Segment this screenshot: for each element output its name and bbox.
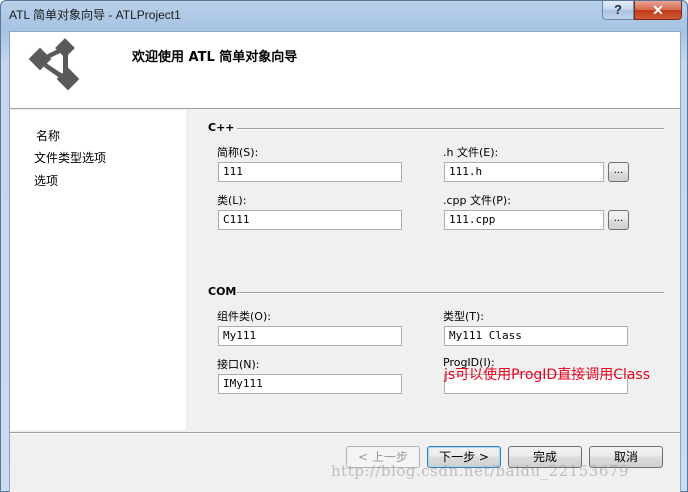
wizard-window: ATL 简单对象向导 - ATLProject1 ? ✕ 欢迎使用 ATL 简单… [0,0,688,492]
sidebar-item-name[interactable]: 名称 [10,126,180,146]
dialog-client: 欢迎使用 ATL 简单对象向导 名称 文件类型选项 选项 C++ 简称(S): … [9,31,681,492]
sidebar-item-file-type-options[interactable]: 文件类型选项 [10,148,180,168]
class-input[interactable]: C111 [218,210,402,230]
title-bar[interactable]: ATL 简单对象向导 - ATLProject1 ? ✕ [1,1,687,27]
cpp-file-browse-button[interactable]: ... [608,210,629,230]
type-label: 类型(T): [443,310,485,323]
type-input[interactable]: My111 Class [444,326,628,346]
watermark-text: http://blog.csdn.net/baidu_22153679 [331,462,629,480]
atl-wizard-logo-icon [28,38,80,91]
coclass-input[interactable]: My111 [218,326,402,346]
wizard-header: 欢迎使用 ATL 简单对象向导 [10,32,680,109]
annotation-note: js可以使用ProgID直接调用Class [444,367,651,383]
close-button[interactable]: ✕ [634,1,682,20]
cpp-group-divider [237,128,664,130]
h-file-browse-button[interactable]: ... [608,162,629,182]
cpp-group-title: C++ [208,121,235,134]
sidebar-item-options[interactable]: 选项 [10,171,180,191]
com-group-title: COM [208,285,237,298]
cpp-file-input[interactable]: 111.cpp [444,210,604,230]
coclass-label: 组件类(O): [217,310,271,323]
wizard-sidebar: 名称 文件类型选项 选项 [10,110,186,430]
wizard-heading: 欢迎使用 ATL 简单对象向导 [132,50,298,65]
interface-label: 接口(N): [217,358,260,371]
short-name-input[interactable]: 111 [218,162,402,182]
class-label: 类(L): [217,194,247,207]
footer-divider [10,432,680,434]
short-name-label: 简称(S): [217,146,259,159]
cpp-file-label: .cpp 文件(P): [443,194,511,207]
h-file-label: .h 文件(E): [443,146,499,159]
help-button[interactable]: ? [602,1,634,20]
h-file-input[interactable]: 111.h [444,162,604,182]
com-group-divider [237,292,664,294]
window-title: ATL 简单对象向导 - ATLProject1 [9,8,181,22]
interface-input[interactable]: IMy111 [218,374,402,394]
